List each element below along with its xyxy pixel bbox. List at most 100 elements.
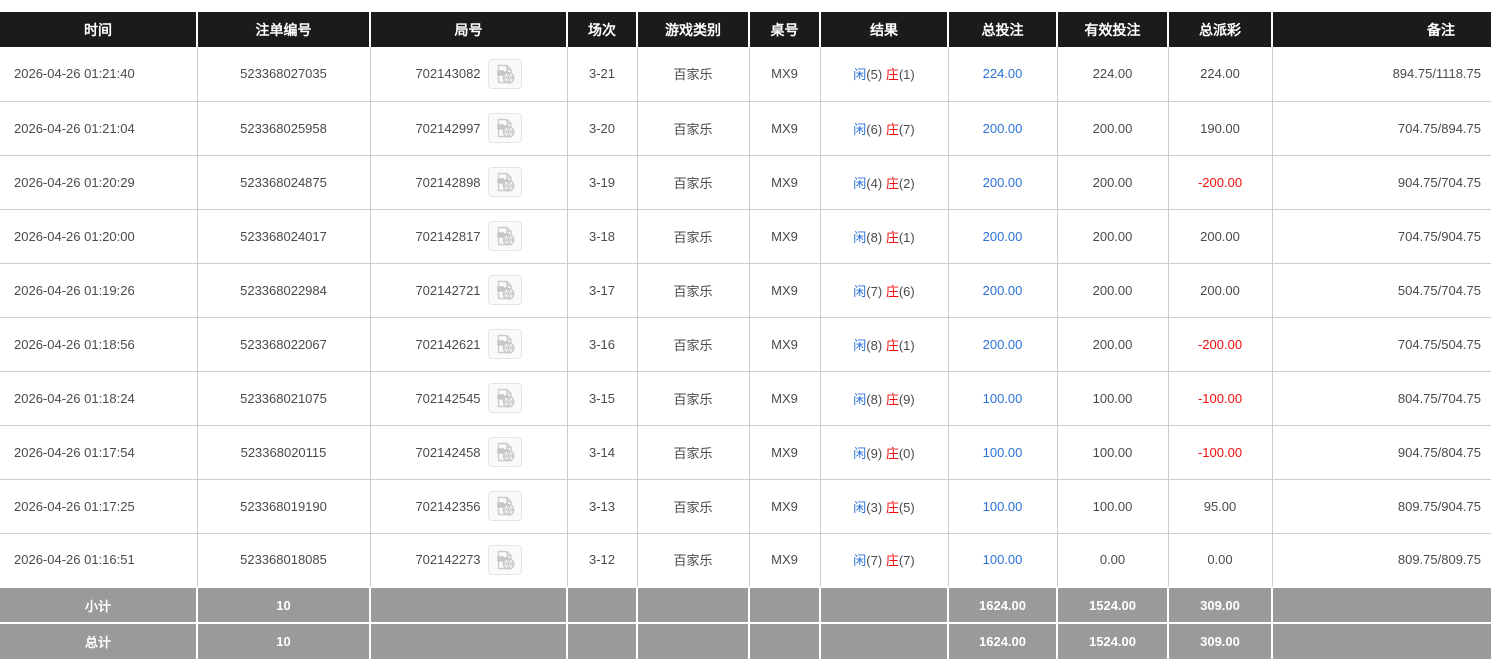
banker-label: 庄 xyxy=(886,338,899,353)
table-no-cell: MX9 xyxy=(749,47,820,101)
session-cell: 3-19 xyxy=(567,155,637,209)
table-header: 时间 注单编号 局号 场次 游戏类别 桌号 结果 总投注 有效投注 总派彩 备注 xyxy=(0,12,1491,47)
video-replay-icon xyxy=(494,225,516,247)
bet-id-cell: 523368021075 xyxy=(197,371,370,425)
summary-payout-cell: 309.00 xyxy=(1168,587,1272,623)
column-header-remark: 备注 xyxy=(1272,12,1491,47)
payout-cell: 224.00 xyxy=(1168,47,1272,101)
banker-label: 庄 xyxy=(886,122,899,137)
video-replay-icon xyxy=(494,63,516,85)
total-bet-cell: 200.00 xyxy=(948,317,1057,371)
video-replay-button[interactable] xyxy=(488,59,522,89)
table-no-cell: MX9 xyxy=(749,263,820,317)
player-score: (8) xyxy=(866,230,882,245)
time-cell: 2026-04-26 01:18:56 xyxy=(0,317,197,371)
video-replay-icon xyxy=(494,387,516,409)
video-replay-icon xyxy=(494,495,516,517)
summary-total-bet-cell: 1624.00 xyxy=(948,587,1057,623)
video-replay-icon xyxy=(494,171,516,193)
player-label: 闲 xyxy=(853,553,866,568)
total-bet-cell: 100.00 xyxy=(948,425,1057,479)
time-cell: 2026-04-26 01:20:00 xyxy=(0,209,197,263)
remark-cell: 904.75/804.75 xyxy=(1272,425,1491,479)
game-type-cell: 百家乐 xyxy=(637,425,749,479)
round-id-text: 702142898 xyxy=(415,175,480,190)
remark-cell: 704.75/504.75 xyxy=(1272,317,1491,371)
valid-bet-cell: 200.00 xyxy=(1057,263,1168,317)
summary-label-cell: 小计 xyxy=(0,587,197,623)
header-row: 时间 注单编号 局号 场次 游戏类别 桌号 结果 总投注 有效投注 总派彩 备注 xyxy=(0,12,1491,47)
bet-row: 2026-04-26 01:18:24 523368021075 7021425… xyxy=(0,371,1491,425)
bet-row: 2026-04-26 01:19:26 523368022984 7021427… xyxy=(0,263,1491,317)
player-score: (7) xyxy=(866,284,882,299)
round-id-text: 702142997 xyxy=(415,121,480,136)
banker-label: 庄 xyxy=(886,553,899,568)
banker-label: 庄 xyxy=(886,67,899,82)
banker-label: 庄 xyxy=(886,392,899,407)
video-replay-button[interactable] xyxy=(488,221,522,251)
player-label: 闲 xyxy=(853,67,866,82)
video-replay-button[interactable] xyxy=(488,113,522,143)
time-cell: 2026-04-26 01:21:04 xyxy=(0,101,197,155)
column-header-valid-bet: 有效投注 xyxy=(1057,12,1168,47)
summary-total-bet-cell: 1624.00 xyxy=(948,623,1057,659)
bet-id-cell: 523368024017 xyxy=(197,209,370,263)
time-cell: 2026-04-26 01:20:29 xyxy=(0,155,197,209)
video-replay-button[interactable] xyxy=(488,167,522,197)
summary-empty-cell xyxy=(1272,623,1491,659)
session-cell: 3-21 xyxy=(567,47,637,101)
summary-empty-cell xyxy=(370,587,567,623)
table-no-cell: MX9 xyxy=(749,317,820,371)
round-id-text: 702142273 xyxy=(415,552,480,567)
session-cell: 3-15 xyxy=(567,371,637,425)
payout-cell: 200.00 xyxy=(1168,209,1272,263)
column-header-total-bet: 总投注 xyxy=(948,12,1057,47)
table-no-cell: MX9 xyxy=(749,101,820,155)
game-type-cell: 百家乐 xyxy=(637,479,749,533)
round-id-text: 702142621 xyxy=(415,337,480,352)
round-id-cell: 702142817 xyxy=(370,209,567,263)
video-replay-button[interactable] xyxy=(488,329,522,359)
video-replay-button[interactable] xyxy=(488,545,522,575)
remark-cell: 809.75/809.75 xyxy=(1272,533,1491,587)
video-replay-button[interactable] xyxy=(488,491,522,521)
video-replay-button[interactable] xyxy=(488,437,522,467)
player-label: 闲 xyxy=(853,284,866,299)
time-cell: 2026-04-26 01:17:54 xyxy=(0,425,197,479)
game-type-cell: 百家乐 xyxy=(637,317,749,371)
session-cell: 3-14 xyxy=(567,425,637,479)
session-cell: 3-12 xyxy=(567,533,637,587)
summary-payout-cell: 309.00 xyxy=(1168,623,1272,659)
valid-bet-cell: 0.00 xyxy=(1057,533,1168,587)
payout-cell: 190.00 xyxy=(1168,101,1272,155)
remark-cell: 904.75/704.75 xyxy=(1272,155,1491,209)
summary-empty-cell xyxy=(567,623,637,659)
bet-row: 2026-04-26 01:20:29 523368024875 7021428… xyxy=(0,155,1491,209)
round-id-cell: 702142621 xyxy=(370,317,567,371)
video-replay-button[interactable] xyxy=(488,275,522,305)
result-cell: 闲(8) 庄(1) xyxy=(820,209,948,263)
player-score: (8) xyxy=(866,392,882,407)
round-id-cell: 702142997 xyxy=(370,101,567,155)
summary-row: 总计 10 1624.00 1524.00 309.00 xyxy=(0,623,1491,659)
total-bet-cell: 200.00 xyxy=(948,263,1057,317)
payout-cell: 200.00 xyxy=(1168,263,1272,317)
remark-cell: 504.75/704.75 xyxy=(1272,263,1491,317)
time-cell: 2026-04-26 01:18:24 xyxy=(0,371,197,425)
banker-score: (5) xyxy=(899,500,915,515)
session-cell: 3-16 xyxy=(567,317,637,371)
player-label: 闲 xyxy=(853,392,866,407)
player-score: (6) xyxy=(866,122,882,137)
banker-label: 庄 xyxy=(886,446,899,461)
column-header-payout: 总派彩 xyxy=(1168,12,1272,47)
summary-empty-cell xyxy=(567,587,637,623)
banker-score: (7) xyxy=(899,553,915,568)
summary-row: 小计 10 1624.00 1524.00 309.00 xyxy=(0,587,1491,623)
video-replay-button[interactable] xyxy=(488,383,522,413)
total-bet-cell: 200.00 xyxy=(948,155,1057,209)
summary-empty-cell xyxy=(749,623,820,659)
column-header-bet-id: 注单编号 xyxy=(197,12,370,47)
banker-label: 庄 xyxy=(886,176,899,191)
round-id-cell: 702142273 xyxy=(370,533,567,587)
total-bet-cell: 100.00 xyxy=(948,479,1057,533)
